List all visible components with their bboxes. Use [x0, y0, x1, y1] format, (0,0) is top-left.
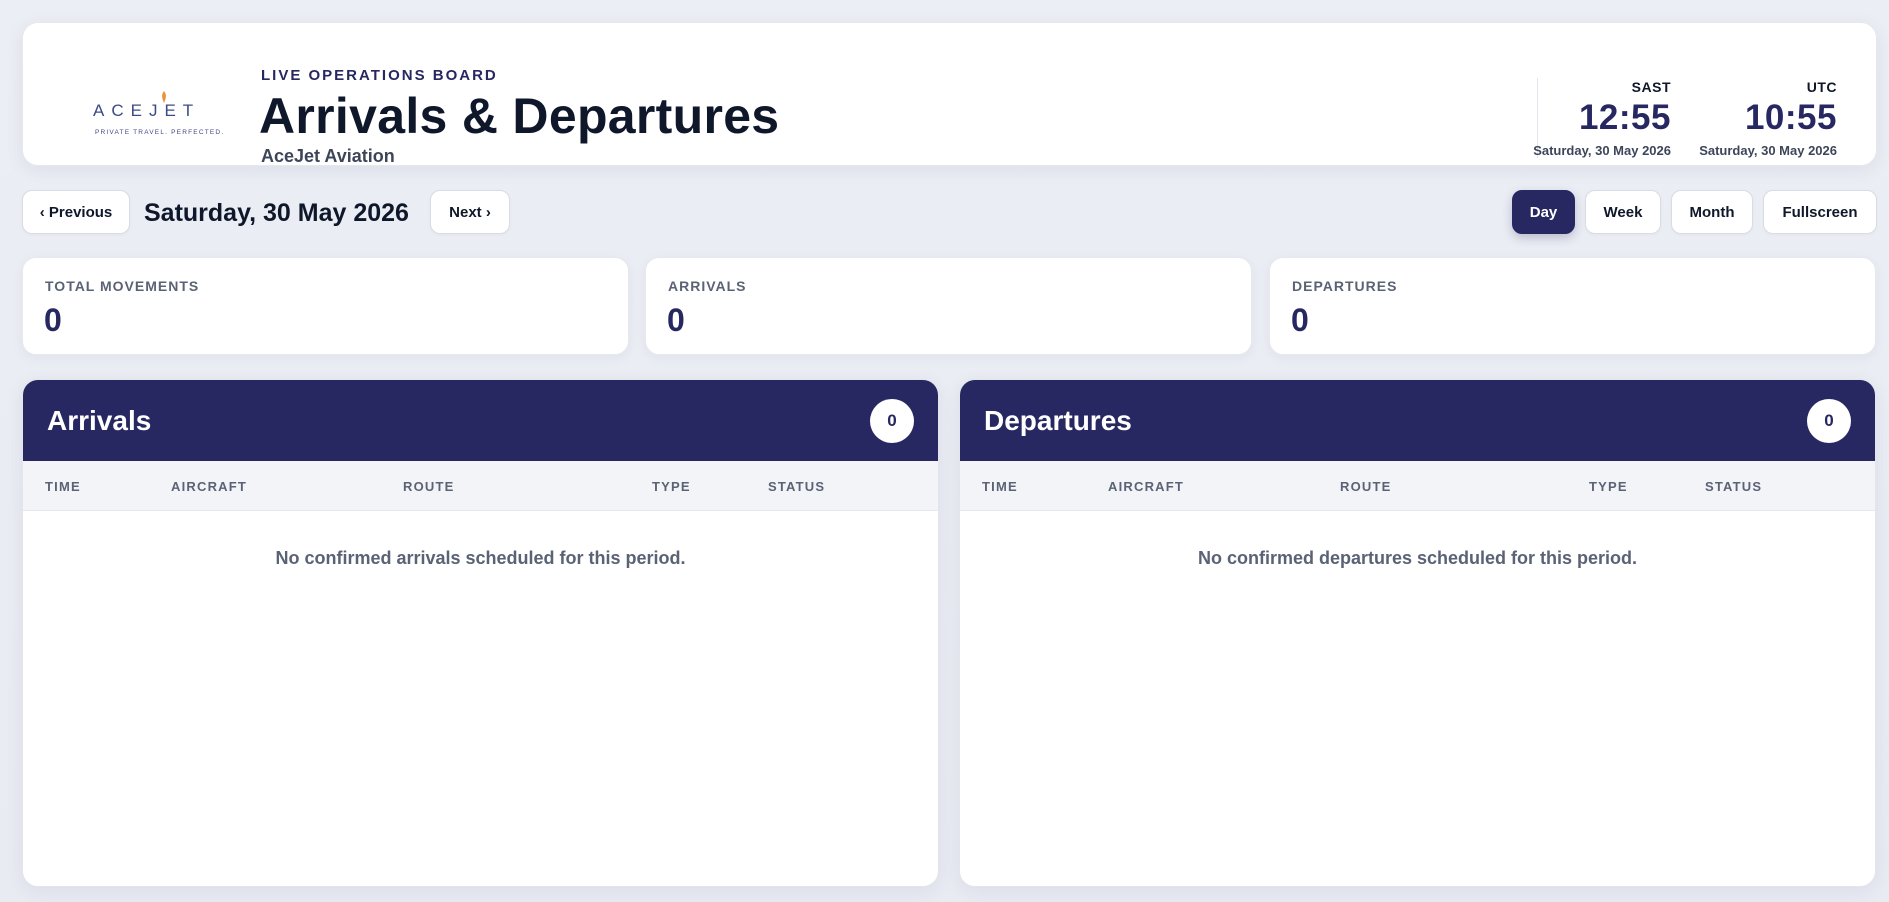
- logo-tagline: PRIVATE TRAVEL. PERFECTED.: [95, 129, 225, 136]
- stat-departures: DEPARTURES 0: [1269, 257, 1876, 355]
- column-type: TYPE: [1589, 479, 1628, 494]
- stat-arrivals: ARRIVALS 0: [645, 257, 1252, 355]
- header-card: ACEJET PRIVATE TRAVEL. PERFECTED. LIVE O…: [22, 22, 1877, 166]
- column-status: STATUS: [1705, 479, 1763, 494]
- clock-utc: UTC 10:55 Saturday, 30 May 2026: [1699, 79, 1837, 158]
- view-day-button[interactable]: Day: [1512, 190, 1575, 234]
- stat-label: TOTAL MOVEMENTS: [45, 278, 200, 294]
- board-eyebrow: LIVE OPERATIONS BOARD: [261, 67, 498, 84]
- stat-total-movements: TOTAL MOVEMENTS 0: [22, 257, 629, 355]
- company-name: AceJet Aviation: [261, 146, 395, 166]
- arrivals-count-badge: 0: [870, 399, 914, 443]
- stat-value: 0: [44, 302, 62, 338]
- column-time: TIME: [982, 479, 1018, 494]
- stat-label: DEPARTURES: [1292, 278, 1398, 294]
- previous-day-button[interactable]: ‹ Previous: [22, 190, 130, 234]
- arrivals-empty-message: No confirmed arrivals scheduled for this…: [275, 548, 686, 568]
- departures-column-headers: TIME AIRCRAFT ROUTE TYPE STATUS: [960, 461, 1875, 511]
- column-type: TYPE: [652, 479, 691, 494]
- acejet-logo: ACEJET PRIVATE TRAVEL. PERFECTED.: [73, 63, 233, 143]
- logo-wordmark: ACEJET: [93, 101, 201, 120]
- clock-sast: SAST 12:55 Saturday, 30 May 2026: [1533, 79, 1671, 158]
- clock-date: Saturday, 30 May 2026: [1699, 143, 1837, 158]
- stat-value: 0: [1291, 302, 1309, 338]
- clock-zone: SAST: [1631, 79, 1671, 95]
- fullscreen-button[interactable]: Fullscreen: [1763, 190, 1877, 234]
- stat-value: 0: [667, 302, 685, 338]
- page-title: Arrivals & Departures: [259, 88, 780, 144]
- column-time: TIME: [45, 479, 81, 494]
- flame-icon: [162, 91, 166, 103]
- view-month-button[interactable]: Month: [1671, 190, 1753, 234]
- arrivals-board-title: Arrivals: [47, 405, 152, 436]
- next-day-button[interactable]: Next ›: [430, 190, 510, 234]
- departures-board-title: Departures: [984, 405, 1132, 436]
- clock-time: 12:55: [1578, 98, 1671, 137]
- departures-count-badge: 0: [1807, 399, 1851, 443]
- arrivals-board-header: Arrivals 0: [23, 380, 938, 461]
- stat-label: ARRIVALS: [668, 278, 747, 294]
- column-route: ROUTE: [403, 479, 455, 494]
- arrivals-column-headers: TIME AIRCRAFT ROUTE TYPE STATUS: [23, 461, 938, 511]
- column-aircraft: AIRCRAFT: [171, 479, 248, 494]
- arrivals-board: Arrivals 0 TIME AIRCRAFT ROUTE TYPE STAT…: [22, 379, 939, 887]
- clock-time: 10:55: [1744, 98, 1837, 137]
- clock-zone: UTC: [1806, 79, 1837, 95]
- clock-date: Saturday, 30 May 2026: [1533, 143, 1671, 158]
- departures-board: Departures 0 TIME AIRCRAFT ROUTE TYPE ST…: [959, 379, 1876, 887]
- column-status: STATUS: [768, 479, 826, 494]
- view-week-button[interactable]: Week: [1585, 190, 1661, 234]
- selected-date: Saturday, 30 May 2026: [144, 199, 409, 227]
- departures-board-header: Departures 0: [960, 380, 1875, 461]
- column-aircraft: AIRCRAFT: [1108, 479, 1185, 494]
- departures-empty-message: No confirmed departures scheduled for th…: [1197, 548, 1638, 568]
- column-route: ROUTE: [1340, 479, 1392, 494]
